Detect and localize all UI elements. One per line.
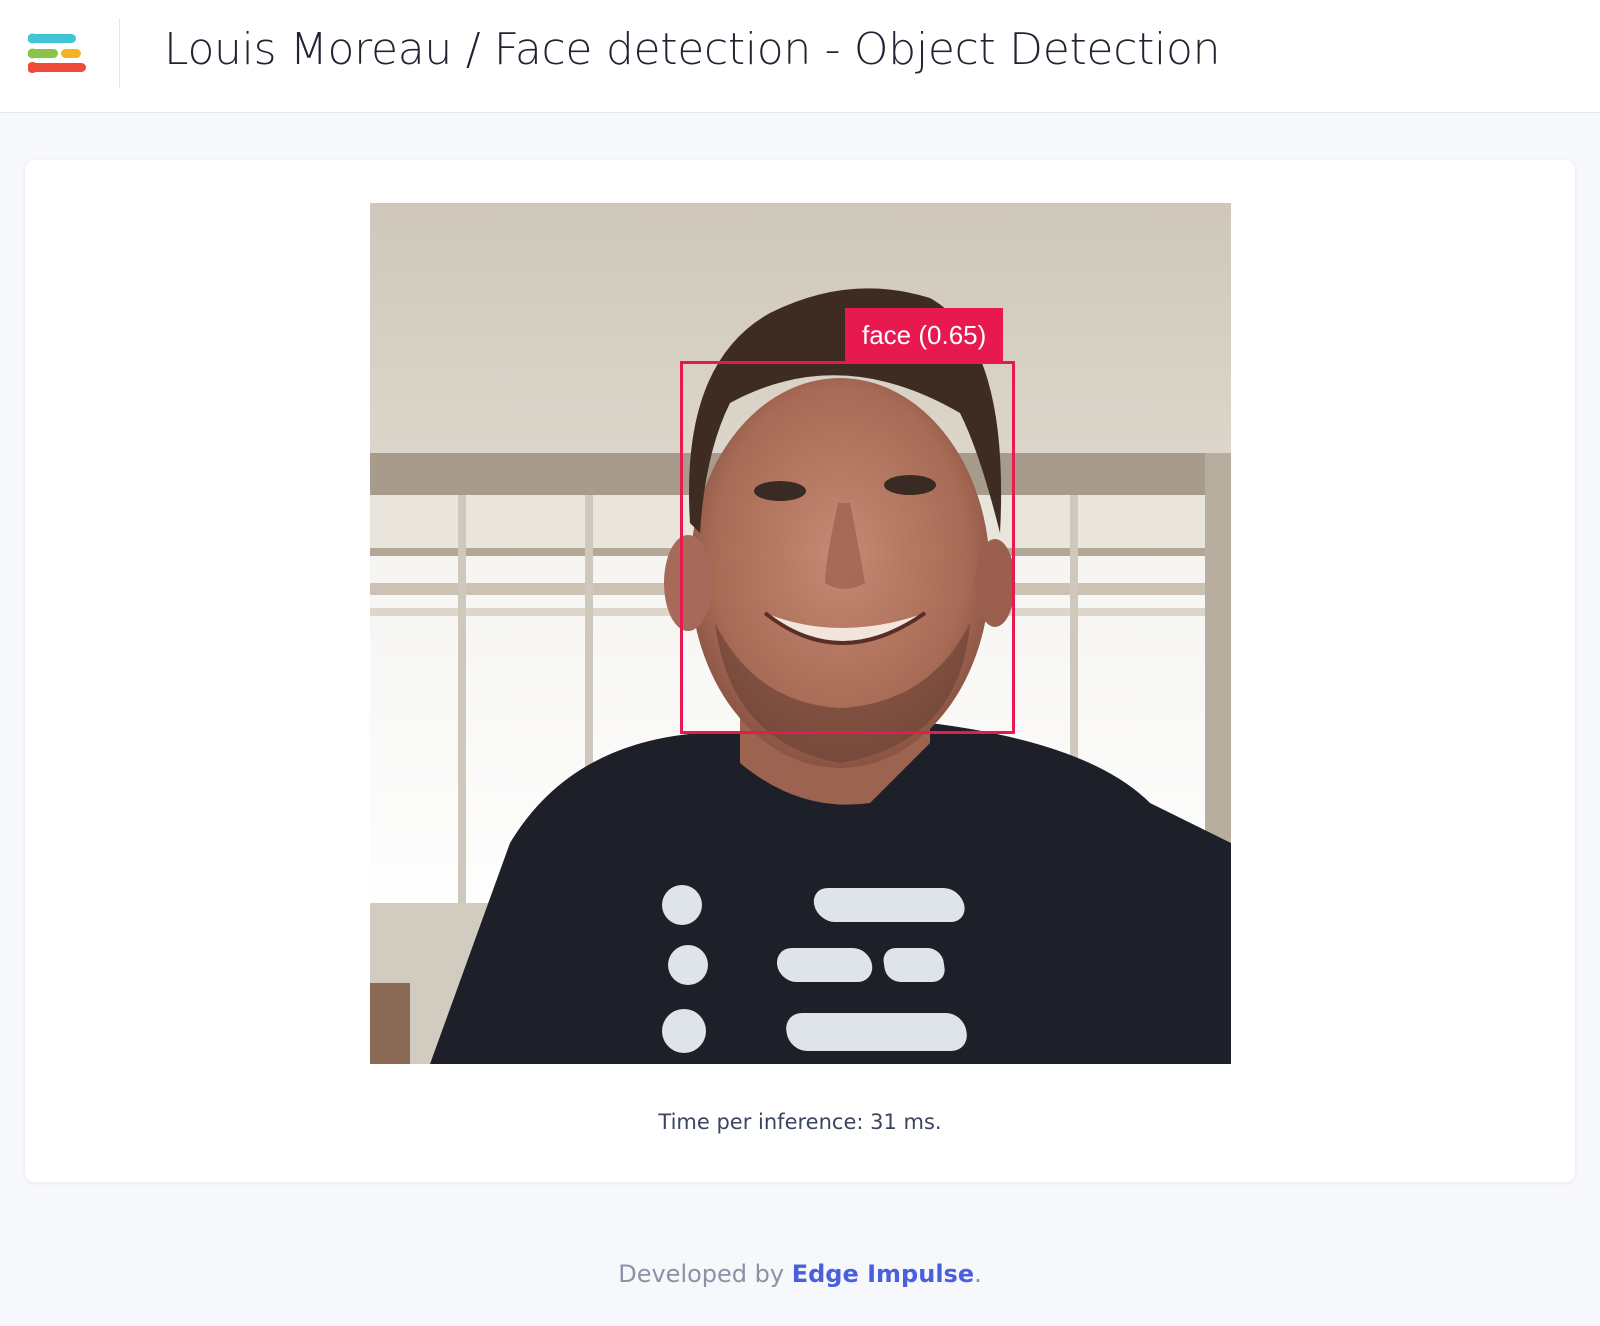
face-detection-label: face (0.65) bbox=[845, 308, 1004, 362]
app-header: Louis Moreau / Face detection - Object D… bbox=[0, 0, 1600, 113]
inference-time: Time per inference: 31 ms. bbox=[658, 1110, 942, 1134]
header-divider bbox=[119, 18, 120, 88]
edge-impulse-link[interactable]: Edge Impulse bbox=[792, 1260, 974, 1288]
footer: Developed by Edge Impulse. bbox=[0, 1260, 1600, 1288]
footer-suffix: . bbox=[974, 1260, 982, 1288]
page-title: Louis Moreau / Face detection - Object D… bbox=[164, 24, 1221, 75]
footer-prefix: Developed by bbox=[618, 1260, 792, 1288]
face-bounding-box bbox=[680, 361, 1015, 734]
edge-impulse-logo-icon[interactable] bbox=[27, 32, 88, 76]
